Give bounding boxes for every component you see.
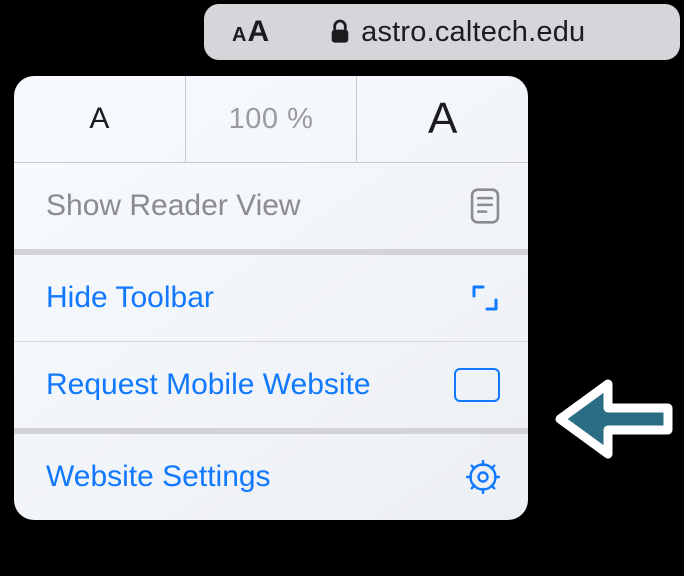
expand-icon [470,283,500,313]
small-a-icon: A [89,102,109,136]
text-size-icon[interactable]: AA [232,15,269,49]
website-settings-row[interactable]: Website Settings [14,434,528,520]
url-bar[interactable]: AA astro.caltech.edu [204,4,680,60]
screen-icon [454,368,500,402]
request-mobile-website-label: Request Mobile Website [46,368,371,402]
hide-toolbar-row[interactable]: Hide Toolbar [14,255,528,342]
zoom-in-button[interactable]: A [357,76,528,162]
hide-toolbar-label: Hide Toolbar [46,281,214,315]
zoom-controls: A 100 % A [14,76,528,163]
url-domain: astro.caltech.edu [361,16,585,49]
reader-icon [470,188,500,224]
zoom-percent[interactable]: 100 % [186,76,358,162]
big-a-icon: A [428,94,457,144]
show-reader-view-row: Show Reader View [14,163,528,255]
lock-icon [329,19,351,45]
request-mobile-website-row[interactable]: Request Mobile Website [14,342,528,434]
zoom-out-button[interactable]: A [14,76,186,162]
website-settings-label: Website Settings [46,460,271,494]
text-size-popover: A 100 % A Show Reader View Hide Toolbar … [14,76,528,520]
attention-arrow-icon [550,370,678,468]
show-reader-view-label: Show Reader View [46,189,301,223]
gear-icon [466,460,500,494]
